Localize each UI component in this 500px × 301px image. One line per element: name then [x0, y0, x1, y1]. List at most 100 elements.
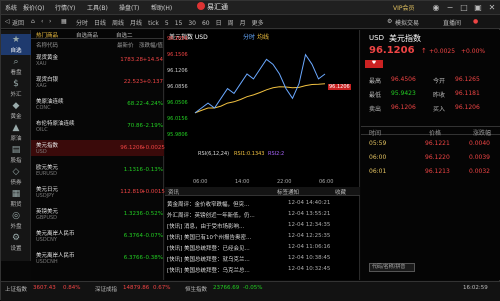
back-button[interactable]: 返回	[12, 18, 24, 27]
timeframe-3[interactable]: 月线	[127, 18, 145, 27]
row-change: +0.0015	[141, 189, 165, 195]
sidebar-item-7[interactable]: ▦ 期货	[1, 188, 31, 209]
watchlist-row[interactable]: 美元离岸人民币 USDCNH 6.3766 -0.38%	[31, 250, 164, 266]
index-label[interactable]: 上证指数	[5, 285, 27, 293]
sidebar-item-3[interactable]: ◆ 黄金	[1, 100, 31, 121]
timeframe-8[interactable]: 60	[199, 20, 213, 27]
menu-help[interactable]: 帮助(H)	[151, 3, 172, 12]
mode-avg[interactable]: 均线	[257, 32, 269, 41]
field-label: 最高	[369, 78, 382, 85]
sidebar-item-2[interactable]: $ 外汇	[1, 78, 31, 99]
timeframe-1[interactable]: 日线	[91, 18, 109, 27]
vip-label[interactable]: VIP会员	[393, 3, 415, 12]
live-icon[interactable]: ●	[473, 18, 478, 25]
timeframe-9[interactable]: 日	[213, 18, 225, 27]
tab-collect[interactable]: 收藏	[335, 188, 346, 196]
row-name: 英镑美元	[36, 209, 59, 215]
news-title: [快讯] 美国总统拜登：就乌克兰...	[167, 257, 250, 263]
tab-notice[interactable]: 标签通知	[277, 188, 299, 196]
index-value: 3607.43	[33, 285, 56, 291]
minimize-icon[interactable]: −	[445, 3, 455, 13]
close-icon[interactable]: ✕	[487, 3, 497, 13]
timeframe-tabs: 分时 日线 周线 月线 tick 5 15 30 60 日周月更多	[73, 18, 267, 27]
sidebar-item-4[interactable]: ▲ 原油	[1, 122, 31, 143]
sidebar-item-1[interactable]: ⌕ 看盘	[1, 56, 31, 77]
news-item[interactable]: [快讯] 美国总统拜登：已经会见... 12-04 11:06:16	[165, 242, 360, 253]
row-change: -0.52%	[143, 211, 163, 217]
timeframe-0[interactable]: 分时	[73, 18, 91, 27]
timeframe-4[interactable]: tick	[145, 20, 162, 27]
sidebar-icon-9: ⚙	[11, 233, 21, 243]
tab-fav[interactable]: 自选商品	[76, 31, 98, 39]
col-name[interactable]: 名称代码	[36, 41, 58, 49]
sidebar-item-8[interactable]: ◎ 外盘	[1, 210, 31, 231]
tab-news[interactable]: 资讯	[168, 188, 179, 196]
sidebar-icon-6: ◇	[12, 167, 20, 177]
index-label[interactable]: 恒生指数	[185, 285, 207, 293]
maximize-icon[interactable]: ▣	[473, 3, 483, 13]
sidebar-item-6[interactable]: ◇ 债券	[1, 166, 31, 187]
news-item[interactable]: [快讯] 消息，由于受市场影响... 12-04 12:34:35	[165, 220, 360, 231]
menu-market[interactable]: 行情(Y)	[55, 3, 75, 12]
price-chart[interactable]	[165, 30, 360, 187]
menu-quote[interactable]: 报价(Q)	[23, 3, 44, 12]
timeframe-10[interactable]: 周	[225, 18, 237, 27]
menu-system[interactable]: 系统	[5, 3, 17, 12]
row-code: USDCNH	[36, 259, 58, 265]
sim-trade-button[interactable]: 模拟交易	[395, 18, 419, 27]
watchlist-row[interactable]: 美元日元 USDJPY 112.810 +0.0015	[31, 184, 165, 200]
sidebar-item-5[interactable]: ▤ 股指	[1, 144, 31, 165]
sidebar-item-9[interactable]: ⚙ 设置	[1, 232, 31, 253]
tab-hot[interactable]: 热门商品	[36, 31, 58, 39]
col-price[interactable]: 最新价	[117, 41, 134, 49]
sidebar-item-0[interactable]: ★ 自选	[1, 34, 31, 55]
news-item[interactable]: 黄金周评：金价收窄跌幅，但突... 12-04 14:40:21	[165, 198, 360, 209]
live-room-button[interactable]: 直播间	[443, 18, 461, 27]
tick-price: 96.1220	[425, 154, 450, 161]
tab-fav2[interactable]: 自选二	[116, 31, 133, 39]
news-title: 外汇周评：英镑创近一年新低，仍...	[167, 213, 255, 219]
news-title: [快讯] 美国总统拜登：乌克兰总...	[167, 268, 250, 274]
watchlist-row[interactable]: 现货白银 XAG 22.523 +0.137	[31, 74, 164, 90]
news-item[interactable]: [快讯] 美国总统拜登：就乌克兰... 12-04 10:38:45	[165, 253, 360, 264]
watchlist-row[interactable]: 美元离岸人民币 USDCNY 6.3764 -0.07%	[31, 228, 164, 244]
timeframe-5[interactable]: 5	[162, 20, 172, 27]
next-icon[interactable]: ›	[49, 18, 51, 25]
timeframe-7[interactable]: 30	[185, 20, 199, 27]
row-code: USDJPY	[36, 193, 55, 199]
col-change[interactable]: 涨跌幅/值	[139, 41, 163, 49]
index-value: 23766.69	[213, 285, 240, 291]
watchlist-row[interactable]: 美原油连续 CONC 68.22 -4.24%	[31, 96, 164, 112]
news-item[interactable]: [快讯] 美国已有10个州报告奥密... 12-04 12:25:35	[165, 231, 360, 242]
watchlist-row[interactable]: 美元指数 USD 96.1206 +0.0025	[31, 140, 165, 156]
prev-icon[interactable]: ‹	[41, 18, 43, 25]
restore-icon[interactable]: □	[459, 3, 469, 13]
timeframe-6[interactable]: 15	[172, 20, 186, 27]
row-price: 1783.28	[120, 57, 143, 63]
timeframe-11[interactable]: 月	[237, 18, 249, 27]
news-item[interactable]: 外汇周评：英镑创近一年新低，仍... 12-04 13:55:21	[165, 209, 360, 220]
news-item[interactable]: [快讯] 美国总统拜登：乌克兰总... 12-04 10:32:45	[165, 264, 360, 275]
timeframe-2[interactable]: 周线	[109, 18, 127, 27]
index-label[interactable]: 深证成指	[95, 285, 117, 293]
grid-icon[interactable]: ▦	[61, 18, 67, 25]
index-change: 0.67%	[153, 285, 171, 291]
user-icon[interactable]: ◉	[431, 3, 441, 13]
row-change: -0.13%	[143, 167, 163, 173]
sim-icon[interactable]: ⚙	[387, 18, 392, 25]
watchlist-row[interactable]: 现货黄金 XAU 1783.28 +14.54	[31, 52, 164, 68]
news-date: 12-04 10:38:45	[288, 255, 331, 261]
timeframe-12[interactable]: 更多	[249, 18, 267, 27]
watchlist-row[interactable]: 欧元美元 EURUSD 1.1316 -0.13%	[31, 162, 164, 178]
menu-trade[interactable]: 操盘(T)	[119, 3, 139, 12]
mode-minute[interactable]: 分时	[243, 32, 255, 41]
watchlist-row[interactable]: 布伦特原油连续 OILC 70.86 -2.19%	[31, 118, 164, 134]
menu-tools[interactable]: 工具(B)	[87, 3, 108, 12]
home-icon[interactable]: ⌂	[31, 18, 35, 25]
field-value2: 96.1181	[455, 90, 480, 97]
row-name: 现货白银	[36, 77, 59, 83]
search-input[interactable]: 代码/名称/拼音	[369, 263, 415, 272]
watchlist-row[interactable]: 英镑美元 GBPUSD 1.3236 -0.52%	[31, 206, 164, 222]
fav-button[interactable]: ♥	[365, 60, 383, 68]
back-icon[interactable]: ◁	[5, 18, 10, 25]
